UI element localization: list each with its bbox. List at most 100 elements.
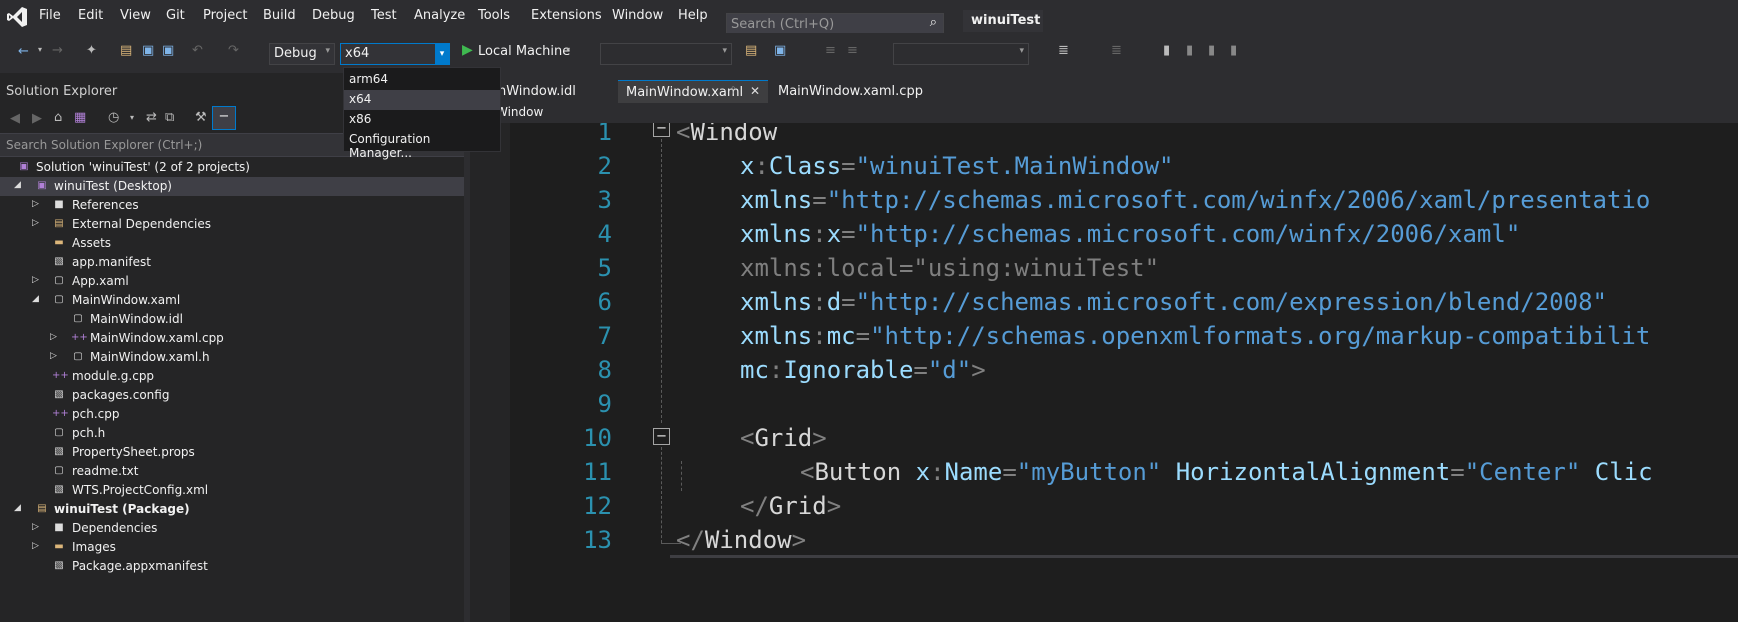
menu-view[interactable]: View	[120, 8, 151, 23]
back-icon[interactable]: ◀	[10, 111, 20, 126]
configuration-manager-option[interactable]: Configuration Manager...	[344, 130, 500, 160]
switch-views-icon[interactable]: ▦	[74, 110, 86, 125]
configuration-dropdown[interactable]: Debug ▾	[269, 43, 335, 65]
sync-icon[interactable]: ⇄	[146, 110, 157, 125]
pin-icon[interactable]: ⫯	[731, 85, 735, 96]
solution-search-placeholder: Search Solution Explorer (Ctrl+;)	[6, 138, 203, 152]
menu-debug[interactable]: Debug	[312, 8, 355, 23]
clear-bookmarks-icon[interactable]: ▮	[1230, 43, 1237, 58]
uncomment-icon[interactable]: ≡	[847, 43, 858, 58]
menu-window[interactable]: Window	[612, 8, 663, 23]
expanded-arrow-icon: ◢	[14, 503, 21, 513]
tree-item[interactable]: ▷ ▤ External Dependencies	[0, 215, 464, 234]
xaml-file-icon: ▢	[54, 294, 64, 305]
menu-file[interactable]: File	[39, 8, 61, 23]
forward-icon[interactable]: ▶	[32, 111, 42, 126]
collapse-region-icon[interactable]: −	[653, 123, 670, 137]
tree-item[interactable]: ▢ MainWindow.idl	[0, 310, 464, 329]
tree-item[interactable]: ▷ ▬ Images	[0, 538, 464, 557]
find-dropdown[interactable]: ▾	[893, 43, 1029, 65]
save-icon[interactable]: ▣	[142, 43, 154, 58]
previous-bookmark-icon[interactable]: ▮	[1186, 43, 1193, 58]
tree-item[interactable]: ▢ pch.h	[0, 424, 464, 443]
close-icon[interactable]: ✕	[750, 84, 760, 98]
platform-option-x86[interactable]: x86	[344, 110, 500, 130]
menu-tools[interactable]: Tools	[478, 8, 510, 23]
solution-name-label: winuiTest	[963, 10, 1043, 32]
chevron-down-icon[interactable]: ▾	[130, 113, 134, 122]
open-folder-icon[interactable]: ▤	[745, 43, 757, 58]
chevron-down-icon[interactable]: ▾	[566, 45, 570, 54]
collapsed-arrow-icon: ▷	[32, 522, 39, 532]
tree-item[interactable]: ▧ WTS.ProjectConfig.xml	[0, 481, 464, 500]
search-input[interactable]: Search (Ctrl+Q) ⌕	[726, 13, 944, 35]
tab-mainwindow-xaml-cpp[interactable]: MainWindow.xaml.cpp	[770, 80, 931, 103]
outdent-icon[interactable]: ≣	[1111, 43, 1122, 58]
menu-git[interactable]: Git	[166, 8, 185, 23]
navigate-back-icon[interactable]: ←	[18, 44, 29, 59]
home-icon[interactable]: ⌂	[54, 110, 62, 125]
tree-item[interactable]: ▷ ■ References	[0, 196, 464, 215]
tree-item[interactable]: ◢ ▢ MainWindow.xaml	[0, 291, 464, 310]
next-bookmark-icon[interactable]: ▮	[1208, 43, 1215, 58]
comment-icon[interactable]: ≡	[825, 43, 836, 58]
cpp-file-icon: ++	[71, 332, 88, 343]
tree-item-solution[interactable]: ▣ Solution 'winuiTest' (2 of 2 projects)	[0, 158, 464, 177]
undo-icon[interactable]: ↶	[192, 43, 203, 58]
horizontal-scrollbar[interactable]	[670, 555, 1738, 558]
tree-item[interactable]: ▷ ++ MainWindow.xaml.cpp	[0, 329, 464, 348]
start-debugging-icon[interactable]: ▶	[462, 42, 473, 58]
chevron-down-icon[interactable]: ▾	[38, 45, 42, 54]
menu-edit[interactable]: Edit	[78, 8, 103, 23]
screenshot-icon[interactable]: ▣	[774, 43, 786, 58]
startup-item-dropdown[interactable]: ▾	[600, 43, 732, 65]
tree-item-project-package[interactable]: ◢ ▤ winuiTest (Package)	[0, 500, 464, 519]
indent-icon[interactable]: ≣	[1058, 43, 1069, 58]
code-editor[interactable]: 1 2 3 4 5 6 7 8 9 10 11 12 13 − − <Windo…	[510, 123, 1738, 622]
platform-dropdown[interactable]: x64 ▾	[340, 43, 450, 65]
platform-value: x64	[345, 46, 370, 61]
tree-item[interactable]: ++ pch.cpp	[0, 405, 464, 424]
code-line-7: xmlns:mc="http://schemas.openxmlformats.…	[740, 322, 1651, 350]
tree-item[interactable]: ++ module.g.cpp	[0, 367, 464, 386]
tree-item[interactable]: ▷ ■ Dependencies	[0, 519, 464, 538]
chevron-down-icon: ▾	[722, 46, 727, 56]
code-line-8: mc:Ignorable="d">	[740, 356, 986, 384]
tree-item[interactable]: ▷ ▢ MainWindow.xaml.h	[0, 348, 464, 367]
tree-item[interactable]: ▢ readme.txt	[0, 462, 464, 481]
collapse-all-icon[interactable]: ⧉	[165, 110, 174, 125]
new-project-icon[interactable]: ✦	[86, 43, 97, 58]
line-number: 4	[597, 220, 612, 248]
open-folder-icon[interactable]: ▤	[120, 43, 132, 58]
menu-build[interactable]: Build	[263, 8, 296, 23]
redo-icon[interactable]: ↷	[228, 43, 239, 58]
tree-item-project-desktop[interactable]: ◢ ▣ winuiTest (Desktop)	[0, 177, 464, 196]
platform-option-arm64[interactable]: arm64	[344, 70, 500, 90]
preview-selected-items-icon[interactable]: −	[212, 106, 236, 130]
references-icon: ■	[54, 199, 64, 210]
code-line-6: xmlns:d="http://schemas.microsoft.com/ex…	[740, 288, 1607, 316]
pending-changes-filter-icon[interactable]: ◷	[108, 110, 119, 125]
tab-mainwindow-xaml[interactable]: MainWindow.xaml ⫯ ✕	[618, 80, 768, 103]
navigate-forward-icon[interactable]: →	[52, 43, 63, 58]
tree-item[interactable]: ▧ PropertySheet.props	[0, 443, 464, 462]
menu-extensions[interactable]: Extensions	[531, 8, 602, 23]
tree-item[interactable]: ▧ Package.appxmanifest	[0, 557, 464, 576]
tree-item[interactable]: ▧ packages.config	[0, 386, 464, 405]
properties-icon[interactable]: ⚒	[195, 110, 207, 125]
menu-analyze[interactable]: Analyze	[414, 8, 465, 23]
menu-test[interactable]: Test	[371, 8, 397, 23]
collapse-region-icon[interactable]: −	[653, 428, 670, 445]
save-all-icon[interactable]: ▣	[162, 43, 174, 58]
navigation-bar[interactable]: Window	[490, 103, 1738, 123]
tree-item[interactable]: ▷ ▢ App.xaml	[0, 272, 464, 291]
tree-item[interactable]: ▬ Assets	[0, 234, 464, 253]
tree-item[interactable]: ▧ app.manifest	[0, 253, 464, 272]
line-number: 6	[597, 288, 612, 316]
tab-mainwindow-idl[interactable]: nWindow.idl	[490, 80, 584, 103]
menu-help[interactable]: Help	[678, 8, 708, 23]
menu-project[interactable]: Project	[203, 8, 247, 23]
platform-option-x64[interactable]: x64	[344, 90, 500, 110]
bookmark-icon[interactable]: ▮	[1163, 43, 1170, 58]
run-target-button[interactable]: Local Machine	[478, 44, 570, 59]
